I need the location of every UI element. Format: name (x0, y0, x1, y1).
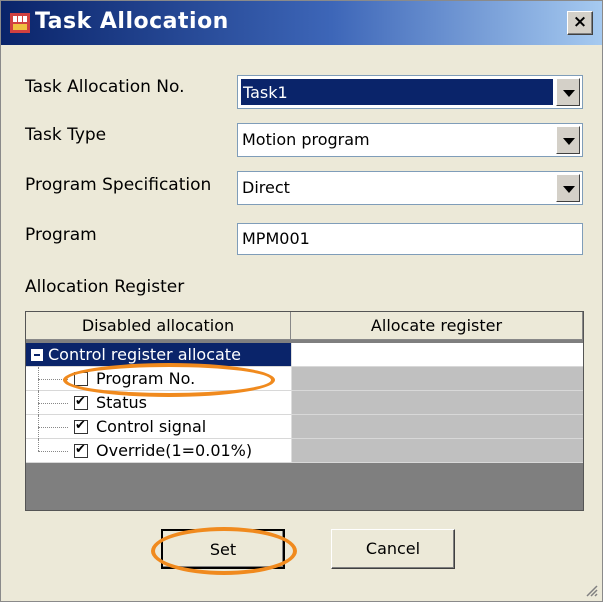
tree-row-parent[interactable]: Control register allocate (26, 343, 583, 367)
allocate-register-cell[interactable] (291, 391, 583, 415)
tree-line (38, 439, 39, 451)
checkbox-status[interactable] (74, 394, 88, 410)
task-allocation-no-label: Task Allocation No. (25, 77, 185, 97)
tree-line (38, 451, 68, 452)
program-spec-value: Direct (242, 178, 290, 197)
task-type-select[interactable]: Motion program (237, 123, 583, 157)
column-header-disabled-allocation[interactable]: Disabled allocation (26, 312, 291, 340)
cancel-button[interactable]: Cancel (331, 529, 455, 569)
checkbox-override[interactable] (74, 442, 88, 458)
column-header-allocate-register[interactable]: Allocate register (291, 312, 583, 340)
collapse-icon[interactable] (31, 349, 43, 361)
highlight-ellipse (151, 527, 297, 575)
tree-child-label: Override(1=0.01%) (96, 441, 253, 460)
task-type-value: Motion program (242, 130, 370, 149)
tree-line (38, 403, 68, 404)
task-type-label: Task Type (25, 125, 107, 145)
tree-row-override[interactable]: Override(1=0.01%) (26, 439, 583, 463)
close-icon: × (572, 12, 588, 32)
title-bar: Task Allocation × (1, 1, 602, 45)
close-button[interactable]: × (567, 11, 593, 35)
program-value: MPM001 (242, 229, 310, 248)
allocate-register-cell[interactable] (291, 415, 583, 439)
allocate-register-cell[interactable] (291, 367, 583, 391)
task-allocation-dialog: Task Allocation × Task Allocation No. Ta… (0, 0, 603, 602)
task-allocation-no-select[interactable]: Task1 (237, 75, 583, 109)
app-icon (10, 13, 30, 33)
allocate-register-cell[interactable] (291, 439, 583, 463)
allocate-register-cell[interactable] (291, 343, 583, 367)
program-label: Program (25, 225, 97, 245)
resize-grip-icon[interactable] (584, 583, 598, 597)
allocation-grid: Disabled allocation Allocate register Co… (25, 311, 584, 511)
window-title: Task Allocation (35, 9, 229, 34)
chevron-down-icon[interactable] (556, 174, 580, 202)
tree-child-cell[interactable]: Control signal (26, 415, 291, 439)
tree-child-label: Control signal (96, 417, 207, 436)
tree-row-status[interactable]: Status (26, 391, 583, 415)
allocation-register-label: Allocation Register (25, 277, 185, 297)
chevron-down-icon[interactable] (556, 78, 580, 106)
highlight-ellipse (63, 363, 275, 397)
tree-row-control-signal[interactable]: Control signal (26, 415, 583, 439)
chevron-down-icon[interactable] (556, 126, 580, 154)
program-spec-label: Program Specification (25, 175, 212, 195)
tree-child-cell[interactable]: Override(1=0.01%) (26, 439, 291, 463)
task-allocation-no-value: Task1 (241, 79, 553, 105)
program-spec-select[interactable]: Direct (237, 171, 583, 205)
tree-line (38, 427, 68, 428)
tree-parent-label: Control register allocate (48, 345, 241, 364)
program-input[interactable]: MPM001 (237, 223, 583, 255)
checkbox-control-signal[interactable] (74, 418, 88, 434)
